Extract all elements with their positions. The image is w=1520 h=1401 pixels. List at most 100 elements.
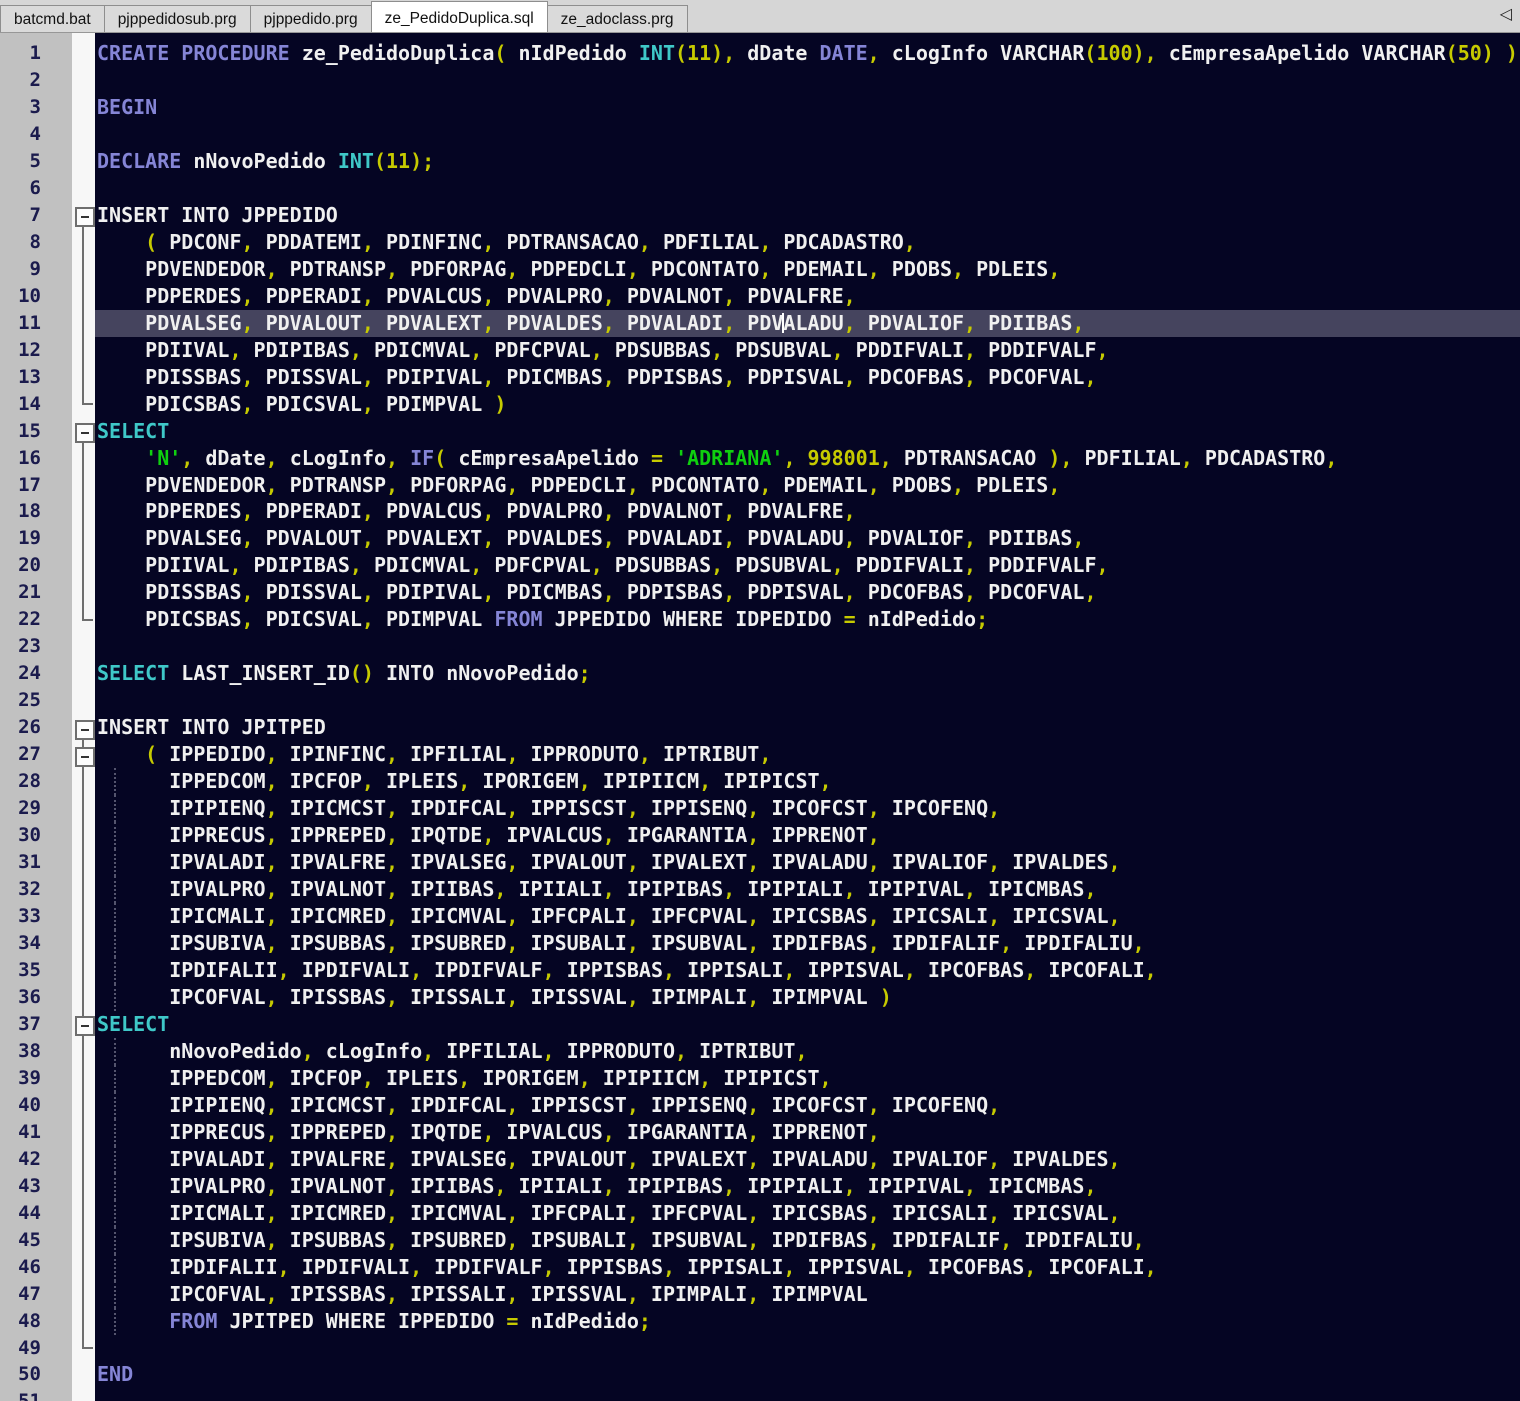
fold-toggle-icon[interactable] [72, 202, 95, 229]
code-text[interactable] [95, 121, 1520, 148]
tab-bar: batcmd.bat pjppedidosub.prg pjppedido.prg z… [0, 0, 1520, 33]
code-text[interactable]: PDVALSEG, PDVALOUT, PDVALEXT, PDVALDES, … [95, 309, 1520, 337]
code-line: 8 ( PDCONF, PDDATEMI, PDINFINC, PDTRANSA… [0, 228, 1520, 256]
line-number: 9 [29, 257, 41, 280]
code-text[interactable]: CREATE PROCEDURE ze_PedidoDuplica( nIdPe… [95, 40, 1520, 67]
line-number: 23 [18, 635, 41, 658]
fold-margin [72, 390, 95, 418]
line-number: 49 [18, 1336, 41, 1359]
code-text[interactable]: IPPRECUS, IPPREPED, IPQTDE, IPVALCUS, IP… [95, 822, 1520, 850]
code-text[interactable] [95, 67, 1520, 94]
fold-margin [72, 579, 95, 607]
code-line: 33 IPICMALI, IPICMRED, IPICMVAL, IPFCPAL… [0, 903, 1520, 930]
code-text[interactable]: IPVALADI, IPVALFRE, IPVALSEG, IPVALOUT, … [95, 1145, 1520, 1173]
code-text[interactable]: PDIIVAL, PDIPIBAS, PDICMVAL, PDFCPVAL, P… [95, 337, 1520, 364]
code-text[interactable] [95, 1388, 1520, 1401]
code-text[interactable]: IPSUBIVA, IPSUBBAS, IPSUBRED, IPSUBALI, … [95, 1226, 1520, 1254]
fold-margin [72, 444, 95, 472]
tab-scroll-left-icon[interactable]: ◁ [1500, 7, 1512, 23]
code-text[interactable]: IPIPIENQ, IPICMCST, IPDIFCAL, IPPISCST, … [95, 795, 1520, 823]
fold-toggle-icon[interactable] [72, 418, 95, 445]
code-text[interactable]: IPDIFALII, IPDIFVALI, IPDIFVALF, IPPISBA… [95, 1253, 1520, 1281]
line-number: 19 [18, 527, 41, 550]
code-text[interactable]: END [95, 1361, 1520, 1388]
code-text[interactable]: PDVENDEDOR, PDTRANSP, PDFORPAG, PDPEDCLI… [95, 472, 1520, 499]
code-line: 3 BEGIN [0, 94, 1520, 121]
code-line: 29 IPIPIENQ, IPICMCST, IPDIFCAL, IPPISCS… [0, 795, 1520, 823]
code-text[interactable]: PDIIVAL, PDIPIBAS, PDICMVAL, PDFCPVAL, P… [95, 552, 1520, 579]
tab-ze-adoclass-prg[interactable]: ze_adoclass.prg [546, 5, 688, 32]
code-text[interactable]: IPCOFVAL, IPISSBAS, IPISSALI, IPISSVAL, … [95, 1280, 1520, 1308]
tab-ze-pedidoduplica-sql[interactable]: ze_PedidoDuplica.sql [370, 1, 548, 32]
code-text[interactable] [95, 687, 1520, 714]
tab-pjppedidosub-prg[interactable]: pjppedidosub.prg [103, 5, 251, 32]
code-text[interactable]: 'N', dDate, cLogInfo, IF( cEmpresaApelid… [95, 445, 1520, 472]
fold-margin [72, 849, 95, 877]
code-text[interactable]: PDICSBAS, PDICSVAL, PDIMPVAL ) [95, 391, 1520, 418]
code-line: 32 IPVALPRO, IPVALNOT, IPIIBAS, IPIIALI,… [0, 876, 1520, 903]
line-number: 45 [18, 1228, 41, 1251]
code-text[interactable]: PDVALSEG, PDVALOUT, PDVALEXT, PDVALDES, … [95, 525, 1520, 552]
code-text[interactable] [95, 175, 1520, 202]
line-number: 24 [18, 662, 41, 685]
code-line: 46 IPDIFALII, IPDIFVALI, IPDIFVALF, IPPI… [0, 1253, 1520, 1281]
fold-toggle-icon[interactable] [72, 714, 95, 742]
code-text[interactable]: FROM JPITPED WHERE IPPEDIDO = nIdPedido; [95, 1307, 1520, 1335]
fold-margin [72, 1118, 95, 1146]
code-line: 18 PDPERDES, PDPERADI, PDVALCUS, PDVALPR… [0, 498, 1520, 526]
code-text[interactable]: IPSUBIVA, IPSUBBAS, IPSUBRED, IPSUBALI, … [95, 929, 1520, 957]
fold-margin [72, 1064, 95, 1092]
code-line: 4 [0, 121, 1520, 148]
code-text[interactable]: PDISSBAS, PDISSVAL, PDIPIVAL, PDICMBAS, … [95, 364, 1520, 391]
code-text[interactable]: PDICSBAS, PDICSVAL, PDIMPVAL FROM JPPEDI… [95, 606, 1520, 633]
code-text[interactable]: PDISSBAS, PDISSVAL, PDIPIVAL, PDICMBAS, … [95, 579, 1520, 606]
line-number: 40 [18, 1093, 41, 1116]
code-text[interactable]: IPICMALI, IPICMRED, IPICMVAL, IPFCPALI, … [95, 1199, 1520, 1227]
code-line: 37 SELECT [0, 1010, 1520, 1038]
fold-margin [72, 525, 95, 553]
code-text[interactable]: SELECT [95, 1011, 1520, 1038]
code-text[interactable]: IPVALPRO, IPVALNOT, IPIIBAS, IPIIALI, IP… [95, 1172, 1520, 1200]
code-text[interactable]: IPICMALI, IPICMRED, IPICMVAL, IPFCPALI, … [95, 903, 1520, 930]
code-text[interactable]: IPVALPRO, IPVALNOT, IPIIBAS, IPIIALI, IP… [95, 876, 1520, 903]
code-text[interactable]: ( IPPEDIDO, IPINFINC, IPFILIAL, IPPRODUT… [95, 741, 1520, 768]
fold-margin [72, 1334, 95, 1362]
code-line: 42 IPVALADI, IPVALFRE, IPVALSEG, IPVALOU… [0, 1145, 1520, 1173]
line-number: 22 [18, 608, 41, 631]
fold-toggle-icon[interactable] [72, 741, 95, 769]
line-number: 8 [29, 230, 41, 253]
line-number: 28 [18, 770, 41, 793]
code-text[interactable]: IPPEDCOM, IPCFOP, IPLEIS, IPORIGEM, IPIP… [95, 1064, 1520, 1092]
code-text[interactable] [95, 1335, 1520, 1362]
code-text[interactable] [95, 633, 1520, 660]
code-text[interactable]: INSERT INTO JPPEDIDO [95, 202, 1520, 229]
code-text[interactable]: PDPERDES, PDPERADI, PDVALCUS, PDVALPRO, … [95, 498, 1520, 525]
fold-margin [72, 795, 95, 823]
line-number: 16 [18, 446, 41, 469]
code-text[interactable]: nNovoPedido, cLogInfo, IPFILIAL, IPPRODU… [95, 1037, 1520, 1065]
line-number: 2 [29, 68, 41, 91]
code-text[interactable]: IPCOFVAL, IPISSBAS, IPISSALI, IPISSVAL, … [95, 983, 1520, 1011]
code-editor[interactable]: 1 CREATE PROCEDURE ze_PedidoDuplica( nIdP… [0, 33, 1520, 1401]
code-text[interactable]: IPIPIENQ, IPICMCST, IPDIFCAL, IPPISCST, … [95, 1091, 1520, 1119]
line-number: 14 [18, 392, 41, 415]
code-text[interactable]: PDPERDES, PDPERADI, PDVALCUS, PDVALPRO, … [95, 283, 1520, 310]
code-text[interactable]: IPPEDCOM, IPCFOP, IPLEIS, IPORIGEM, IPIP… [95, 768, 1520, 796]
code-text[interactable]: IPDIFALII, IPDIFVALI, IPDIFVALF, IPPISBA… [95, 956, 1520, 984]
code-line: 48 FROM JPITPED WHERE IPPEDIDO = nIdPedi… [0, 1307, 1520, 1335]
code-text[interactable]: IPVALADI, IPVALFRE, IPVALSEG, IPVALOUT, … [95, 849, 1520, 877]
code-text[interactable]: SELECT LAST_INSERT_ID() INTO nNovoPedido… [95, 660, 1520, 687]
tab-batcmd-bat[interactable]: batcmd.bat [0, 5, 105, 32]
line-number: 30 [18, 824, 41, 847]
code-text[interactable]: ( PDCONF, PDDATEMI, PDINFINC, PDTRANSACA… [95, 229, 1520, 256]
code-text[interactable]: SELECT [95, 418, 1520, 445]
code-text[interactable]: PDVENDEDOR, PDTRANSP, PDFORPAG, PDPEDCLI… [95, 256, 1520, 283]
code-line: 28 IPPEDCOM, IPCFOP, IPLEIS, IPORIGEM, I… [0, 768, 1520, 796]
code-text[interactable]: BEGIN [95, 94, 1520, 121]
code-text[interactable]: DECLARE nNovoPedido INT(11); [95, 148, 1520, 175]
fold-toggle-icon[interactable] [72, 1010, 95, 1038]
tab-pjppedido-prg[interactable]: pjppedido.prg [249, 5, 372, 32]
line-number: 50 [18, 1363, 41, 1386]
code-text[interactable]: IPPRECUS, IPPREPED, IPQTDE, IPVALCUS, IP… [95, 1118, 1520, 1146]
code-text[interactable]: INSERT INTO JPITPED [95, 714, 1520, 741]
